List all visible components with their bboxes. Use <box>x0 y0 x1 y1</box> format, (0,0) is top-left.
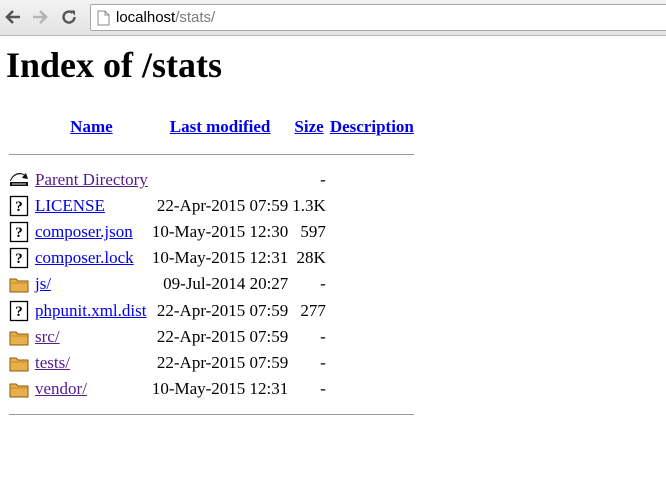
url-path: /stats/ <box>175 9 216 26</box>
entry-link[interactable]: js/ <box>35 274 51 293</box>
divider-row-bottom <box>8 403 415 427</box>
svg-text:?: ? <box>15 251 23 267</box>
listing-rows: Parent Directory -? LICENSE 22-Apr-2015 07:… <box>8 168 415 401</box>
directory-listing: Name Last modified Size Description Pare… <box>6 112 417 429</box>
header-last-modified: Last modified <box>151 114 289 140</box>
entry-size: 1.3K <box>292 196 326 216</box>
entry-last-modified: 22-Apr-2015 07:59 <box>156 300 289 320</box>
table-row: js/09-Jul-2014 20:27 - <box>8 272 415 296</box>
entry-size: 277 <box>300 300 326 320</box>
entry-size: - <box>320 326 326 346</box>
header-description: Description <box>329 114 415 140</box>
entry-description <box>329 246 415 270</box>
entry-description <box>329 272 415 296</box>
entry-link[interactable]: Parent Directory <box>35 170 148 189</box>
reload-button[interactable] <box>58 6 80 28</box>
table-row: tests/22-Apr-2015 07:59 - <box>8 351 415 375</box>
entry-last-modified: 22-Apr-2015 07:59 <box>156 326 289 346</box>
forward-arrow-icon <box>33 10 48 24</box>
entry-link[interactable]: composer.json <box>35 222 133 241</box>
sort-by-last-modified-link[interactable]: Last modified <box>170 117 271 136</box>
unknown-file-icon: ? <box>9 247 29 269</box>
folder-icon <box>9 352 29 374</box>
header-name: Name <box>34 114 149 140</box>
back-button[interactable] <box>2 6 24 28</box>
sort-by-description-link[interactable]: Description <box>330 117 414 136</box>
table-row: ? LICENSE 22-Apr-2015 07:59 1.3K <box>8 194 415 218</box>
forward-button[interactable] <box>29 6 51 28</box>
table-row: ? composer.json 10-May-2015 12:30 597 <box>8 220 415 244</box>
back-arrow-icon <box>5 10 20 24</box>
entry-size: 28K <box>296 248 326 268</box>
entry-last-modified: 22-Apr-2015 07:59 <box>156 352 289 372</box>
entry-description <box>329 377 415 401</box>
folder-icon <box>9 273 29 295</box>
sort-by-name-link[interactable]: Name <box>70 117 112 136</box>
folder-icon <box>9 326 29 348</box>
svg-text:?: ? <box>15 304 23 320</box>
table-row: Parent Directory - <box>8 168 415 192</box>
entry-last-modified: 10-May-2015 12:30 <box>151 222 289 242</box>
folder-icon <box>9 378 29 400</box>
divider <box>9 414 414 416</box>
entry-link[interactable]: LICENSE <box>35 196 105 215</box>
table-row: ? composer.lock 10-May-2015 12:31 28K <box>8 246 415 270</box>
entry-last-modified: 10-May-2015 12:31 <box>151 248 289 268</box>
entry-link[interactable]: tests/ <box>35 353 70 372</box>
entry-last-modified: 22-Apr-2015 07:59 <box>156 196 289 216</box>
svg-text:?: ? <box>15 225 23 241</box>
entry-size: - <box>320 274 326 294</box>
entry-link[interactable]: vendor/ <box>35 379 87 398</box>
entry-description <box>329 168 415 192</box>
table-row: vendor/10-May-2015 12:31 - <box>8 377 415 401</box>
unknown-file-icon: ? <box>9 300 29 322</box>
header-icon-cell <box>8 114 32 140</box>
page-title: Index of /stats <box>6 45 223 85</box>
entry-link[interactable]: src/ <box>35 327 60 346</box>
table-row: ? phpunit.xml.dist 22-Apr-2015 07:59 277 <box>8 298 415 322</box>
header-size: Size <box>291 114 327 140</box>
entry-description <box>329 325 415 349</box>
entry-description <box>329 194 415 218</box>
reload-icon <box>62 10 76 24</box>
url-text: localhost/stats/ <box>116 9 215 26</box>
entry-link[interactable]: composer.lock <box>35 248 134 267</box>
unknown-file-icon: ? <box>9 221 29 243</box>
divider-row <box>8 142 415 166</box>
entry-description <box>329 220 415 244</box>
table-row: src/22-Apr-2015 07:59 - <box>8 325 415 349</box>
divider <box>9 153 414 155</box>
address-bar[interactable]: localhost/stats/ <box>90 4 666 31</box>
url-host: localhost <box>116 9 176 26</box>
entry-last-modified: 09-Jul-2014 20:27 <box>163 274 289 294</box>
entry-size: - <box>320 352 326 372</box>
entry-last-modified: 10-May-2015 12:31 <box>151 378 289 398</box>
entry-size: - <box>320 170 326 190</box>
entry-link[interactable]: phpunit.xml.dist <box>35 301 146 320</box>
svg-text:?: ? <box>15 199 23 215</box>
header-row: Name Last modified Size Description <box>8 114 415 140</box>
entry-description <box>329 351 415 375</box>
browser-toolbar: localhost/stats/ <box>0 0 666 36</box>
page-icon <box>97 10 110 26</box>
sort-by-size-link[interactable]: Size <box>294 117 323 136</box>
entry-last-modified <box>151 168 289 192</box>
unknown-file-icon: ? <box>9 195 29 217</box>
entry-size: 597 <box>300 222 326 242</box>
back-icon <box>9 169 29 191</box>
entry-description <box>329 298 415 322</box>
entry-size: - <box>320 378 326 398</box>
